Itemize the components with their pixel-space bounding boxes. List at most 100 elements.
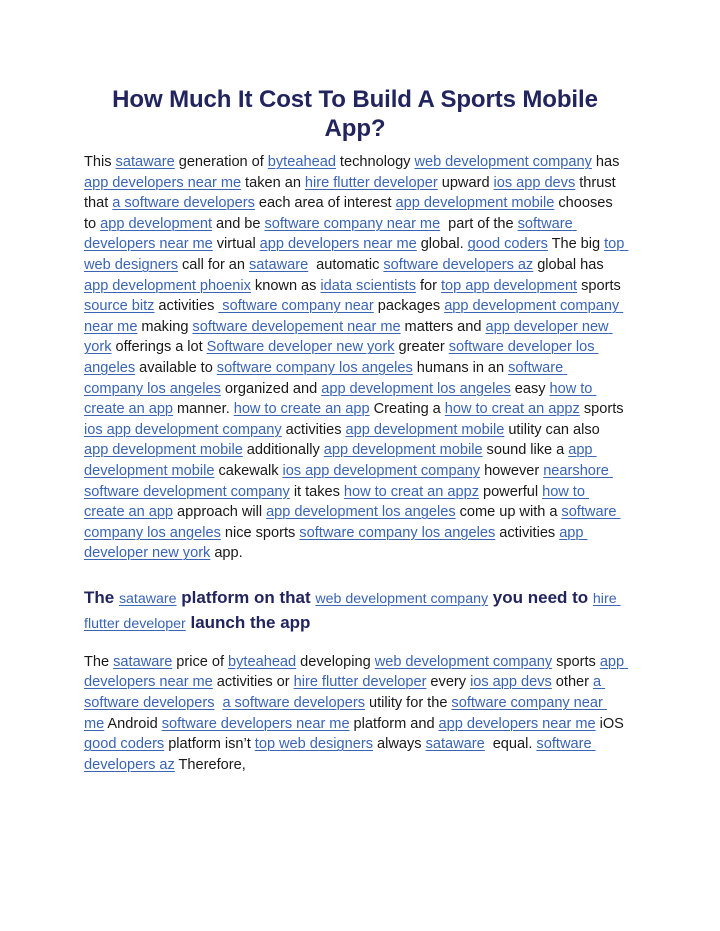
inline-text: has xyxy=(591,154,624,170)
inline-text: iOS xyxy=(595,715,628,732)
inline-text: Therefore, xyxy=(174,756,246,773)
inline-text: Android xyxy=(104,715,162,732)
inline-text: nice sports xyxy=(220,524,300,541)
inline-text: known as xyxy=(250,277,321,294)
inline-text: upward xyxy=(437,174,494,191)
inline-link[interactable]: web development company xyxy=(375,654,552,670)
inline-text: manner. xyxy=(173,401,234,418)
inline-text: platform on that xyxy=(176,587,316,607)
inline-link[interactable]: good coders xyxy=(84,736,164,752)
inline-link[interactable]: software company near me xyxy=(264,216,440,232)
inline-link[interactable]: sataware xyxy=(113,654,172,670)
inline-link[interactable]: app development mobile xyxy=(346,422,505,438)
inline-link[interactable]: software company los angeles xyxy=(217,360,413,376)
inline-text: activities xyxy=(281,421,346,438)
inline-link[interactable]: web development company xyxy=(414,154,591,170)
inline-text: launch the app xyxy=(185,613,311,633)
inline-link[interactable]: source bitz xyxy=(84,298,154,314)
inline-link[interactable]: how to creat an appz xyxy=(445,401,580,417)
inline-link[interactable]: app development los angeles xyxy=(321,381,511,397)
inline-link[interactable]: sataware xyxy=(119,591,177,607)
inline-link[interactable]: app developers near me xyxy=(439,716,596,732)
inline-text: sports xyxy=(579,401,628,418)
inline-text: easy xyxy=(510,380,550,397)
inline-text: other xyxy=(551,674,593,691)
inline-text: approach will xyxy=(173,504,267,521)
inline-link[interactable]: sataware xyxy=(426,736,485,752)
inline-text: platform isn’t xyxy=(164,736,255,753)
inline-link[interactable]: a software developers xyxy=(222,695,365,711)
inline-link[interactable]: web development company xyxy=(315,591,488,607)
inline-text: packages xyxy=(373,298,445,315)
inline-link[interactable]: Software developer new york xyxy=(207,339,395,355)
inline-text: generation of xyxy=(174,154,268,170)
inline-link[interactable]: ios app devs xyxy=(494,175,576,191)
page-title: How Much It Cost To Build A Sports Mobil… xyxy=(112,86,598,142)
inline-text: virtual xyxy=(212,236,260,253)
inline-text: part of the xyxy=(440,215,518,232)
inline-link[interactable]: hire flutter developer xyxy=(305,175,438,191)
paragraph-1: This sataware generation of byteahead te… xyxy=(84,152,626,564)
inline-text: call for an xyxy=(178,256,249,273)
inline-link[interactable]: software company near xyxy=(218,298,374,314)
inline-link[interactable]: good coders xyxy=(468,236,548,252)
inline-text: always xyxy=(373,736,426,753)
inline-text: greater xyxy=(394,339,449,356)
inline-link[interactable]: ios app development company xyxy=(84,422,282,438)
inline-link[interactable]: software developement near me xyxy=(192,319,400,335)
inline-link[interactable]: app development los angeles xyxy=(266,504,456,520)
inline-link[interactable]: app development mobile xyxy=(324,442,483,458)
inline-text: matters and xyxy=(400,318,486,335)
inline-link[interactable]: hire flutter developer xyxy=(294,674,427,690)
inline-text: cakewalk xyxy=(214,462,283,479)
inline-link[interactable]: app development xyxy=(100,216,212,232)
inline-link[interactable]: how to create an app xyxy=(234,401,370,417)
inline-text: The xyxy=(84,587,119,607)
paragraph-2: The sataware price of byteahead developi… xyxy=(84,652,626,776)
inline-link[interactable]: app developers near me xyxy=(84,175,241,191)
inline-link[interactable]: byteahead xyxy=(268,154,336,170)
inline-link[interactable]: top app development xyxy=(441,278,577,294)
inline-link[interactable]: app development phoenix xyxy=(84,278,251,294)
inline-text: for xyxy=(416,277,441,294)
inline-text: developing xyxy=(296,653,375,670)
inline-link[interactable]: a software developers xyxy=(112,195,255,211)
inline-text: humans in an xyxy=(412,359,509,376)
inline-link[interactable]: software company los angeles xyxy=(299,525,495,541)
inline-link[interactable]: idata scientists xyxy=(320,278,416,294)
inline-text: price of xyxy=(172,653,228,670)
inline-text: available to xyxy=(135,359,217,376)
inline-text: powerful xyxy=(479,483,543,500)
inline-text: The big xyxy=(547,236,605,253)
inline-link[interactable]: sataware xyxy=(116,154,175,170)
inline-text: global has xyxy=(533,256,608,273)
inline-text: offerings a lot xyxy=(111,339,207,356)
inline-link[interactable]: app developers near me xyxy=(260,236,417,252)
inline-text: activities or xyxy=(212,674,294,691)
inline-link[interactable]: how to creat an appz xyxy=(344,484,479,500)
inline-text: it takes xyxy=(289,483,344,500)
inline-text: making xyxy=(137,318,193,335)
inline-text: you need to xyxy=(488,587,593,607)
inline-text: app. xyxy=(210,545,243,562)
inline-text: sports xyxy=(577,277,625,294)
inline-link[interactable]: app development mobile xyxy=(396,195,555,211)
inline-link[interactable]: top web designers xyxy=(255,736,373,752)
inline-link[interactable]: ios app devs xyxy=(470,674,552,690)
inline-text: however xyxy=(480,462,544,479)
inline-link[interactable]: software developers az xyxy=(383,257,533,273)
inline-link[interactable]: app development mobile xyxy=(84,442,243,458)
inline-link[interactable]: sataware xyxy=(249,257,308,273)
inline-link[interactable]: software developers near me xyxy=(162,716,350,732)
inline-text: and be xyxy=(212,215,265,232)
inline-link[interactable]: ios app development company xyxy=(282,463,480,479)
inline-text: Creating a xyxy=(369,401,445,418)
inline-link[interactable]: byteahead xyxy=(228,654,296,670)
inline-text: utility can also xyxy=(504,421,604,438)
section-subheading: The sataware platform on that web develo… xyxy=(84,586,626,637)
inline-text: equal. xyxy=(484,736,537,753)
inline-text: automatic xyxy=(308,256,384,273)
document-page: How Much It Cost To Build A Sports Mobil… xyxy=(0,0,720,931)
inline-text: utility for the xyxy=(365,695,452,712)
